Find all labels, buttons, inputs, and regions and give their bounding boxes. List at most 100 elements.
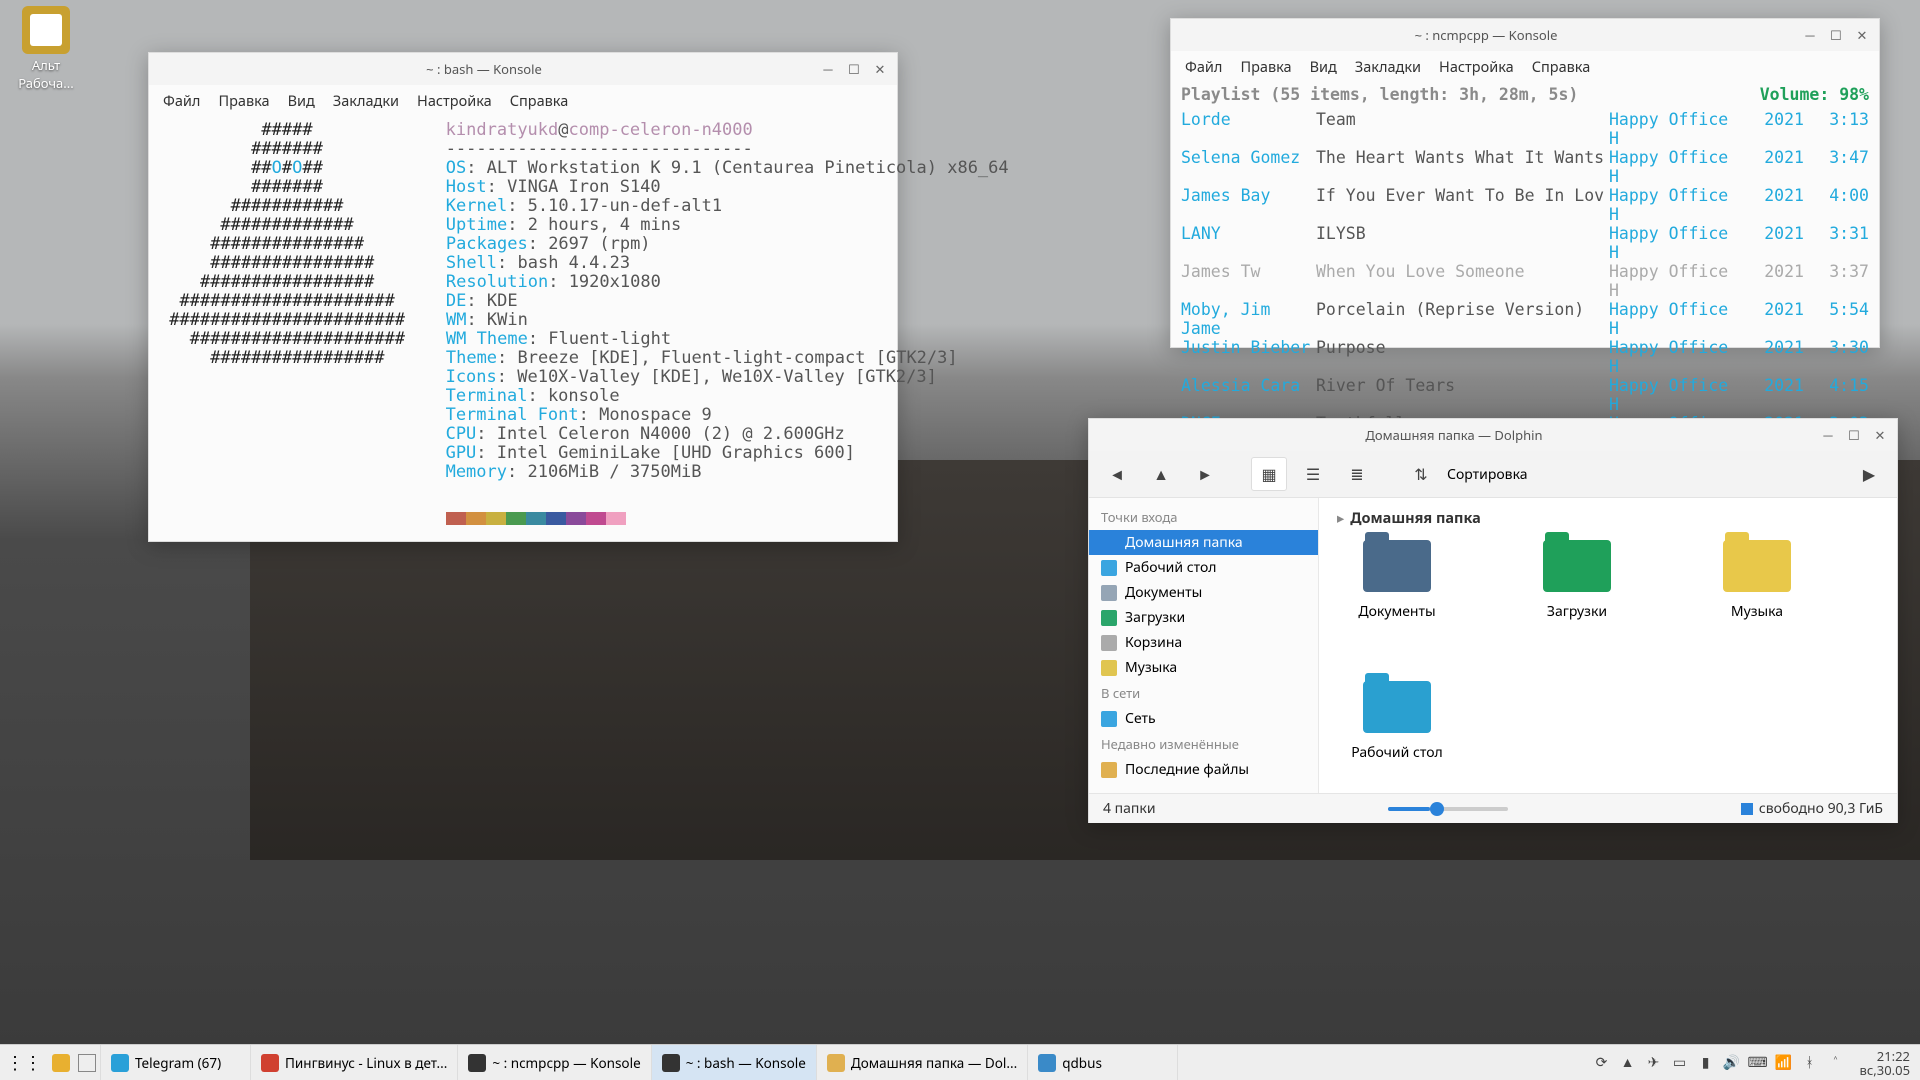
- folder[interactable]: Рабочий стол: [1337, 681, 1457, 762]
- folder-icon: [1101, 660, 1117, 676]
- app-icon: [261, 1054, 279, 1072]
- sidebar-item[interactable]: Сеть: [1089, 706, 1318, 731]
- taskbar-item[interactable]: qdbus: [1028, 1045, 1178, 1080]
- app-icon: [662, 1054, 680, 1072]
- taskbar-item[interactable]: Домашняя папка — Dol...: [817, 1045, 1028, 1080]
- clock[interactable]: 21:22 вс,30.05: [1854, 1049, 1910, 1077]
- overflow-button[interactable]: ▶: [1851, 457, 1887, 491]
- sidebar-item-label: Домашняя папка: [1125, 533, 1243, 552]
- playlist-row[interactable]: James TwWhen You Love SomeoneHappy Offic…: [1181, 262, 1869, 300]
- menu-view[interactable]: Вид: [1310, 57, 1337, 77]
- zoom-slider[interactable]: [1388, 807, 1508, 811]
- folder-icon: [1543, 540, 1611, 592]
- app-icon: [827, 1054, 845, 1072]
- sidebar-item[interactable]: Последние файлы: [1089, 757, 1318, 782]
- taskbar-item[interactable]: Пингвинус - Linux в дет...: [251, 1045, 458, 1080]
- sidebar-item[interactable]: Рабочий стол: [1089, 555, 1318, 580]
- playlist-row[interactable]: Moby, Jim JamePorcelain (Reprise Version…: [1181, 300, 1869, 338]
- view-details-button[interactable]: ≣: [1339, 457, 1375, 491]
- close-button[interactable]: ✕: [871, 60, 889, 78]
- sort-icon[interactable]: ⇅: [1403, 457, 1439, 491]
- titlebar[interactable]: Домашняя папка — Dolphin ─ ☐ ✕: [1089, 419, 1897, 451]
- tray-icon[interactable]: ▲: [1620, 1055, 1636, 1071]
- view-icons-button[interactable]: ▦: [1251, 457, 1287, 491]
- menu-settings[interactable]: Настройка: [417, 91, 492, 111]
- minimize-button[interactable]: ─: [819, 60, 837, 78]
- nav-up-button[interactable]: ▲: [1143, 457, 1179, 491]
- chevron-right-icon: ▸: [1337, 508, 1344, 528]
- status-left: 4 папки: [1103, 799, 1156, 818]
- taskbar-item-label: ~ : bash — Konsole: [686, 1054, 806, 1072]
- network-icon[interactable]: 📶: [1776, 1055, 1792, 1071]
- dolphin-main[interactable]: ▸ Домашняя папка Документы Загрузки Музы…: [1319, 498, 1897, 793]
- menu-edit[interactable]: Правка: [218, 91, 269, 111]
- clipboard-icon[interactable]: ▭: [1672, 1055, 1688, 1071]
- dolphin-statusbar: 4 папки свободно 90,3 ГиБ: [1089, 793, 1897, 823]
- sidebar-item[interactable]: Музыка: [1089, 655, 1318, 680]
- taskbar-item-label: ~ : ncmpcpp — Konsole: [492, 1054, 640, 1072]
- alt-logo-icon: [22, 6, 70, 54]
- menu-help[interactable]: Справка: [510, 91, 569, 111]
- sidebar-item[interactable]: Загрузки: [1089, 605, 1318, 630]
- menu-settings[interactable]: Настройка: [1439, 57, 1514, 77]
- window-title: ~ : bash — Konsole: [157, 60, 811, 78]
- close-button[interactable]: ✕: [1853, 26, 1871, 44]
- window-konsole-bash: ~ : bash — Konsole ─ ☐ ✕ Файл Правка Вид…: [148, 52, 898, 542]
- folder-icon: [1101, 711, 1117, 727]
- sidebar-item[interactable]: Документы: [1089, 580, 1318, 605]
- breadcrumb-segment[interactable]: Домашняя папка: [1350, 508, 1480, 528]
- tray-icon[interactable]: ⟳: [1594, 1055, 1610, 1071]
- folder[interactable]: Документы: [1337, 540, 1457, 621]
- desktop-icon-label: Альт Рабоча...: [6, 56, 86, 92]
- playlist-row[interactable]: LANYILYSBHappy Office H20213:31: [1181, 224, 1869, 262]
- terminal-output[interactable]: ##### kindratyukd@comp-celeron-n4000 ###…: [149, 117, 897, 540]
- maximize-button[interactable]: ☐: [845, 60, 863, 78]
- battery-icon[interactable]: ▮: [1698, 1055, 1714, 1071]
- taskbar-item[interactable]: ~ : ncmpcpp — Konsole: [458, 1045, 651, 1080]
- folder-icon: [1101, 585, 1117, 601]
- minimize-button[interactable]: ─: [1819, 426, 1837, 444]
- menu-view[interactable]: Вид: [288, 91, 315, 111]
- sidebar-item[interactable]: Корзина: [1089, 630, 1318, 655]
- maximize-button[interactable]: ☐: [1845, 426, 1863, 444]
- taskbar-item[interactable]: ~ : bash — Konsole: [652, 1045, 817, 1080]
- nav-forward-button[interactable]: ►: [1187, 457, 1223, 491]
- menu-bookmarks[interactable]: Закладки: [333, 91, 399, 111]
- view-compact-button[interactable]: ☰: [1295, 457, 1331, 491]
- bluetooth-icon[interactable]: ᚼ: [1802, 1055, 1818, 1071]
- folder-icon: [1101, 535, 1117, 551]
- minimize-button[interactable]: ─: [1801, 26, 1819, 44]
- playlist-row[interactable]: Selena GomezThe Heart Wants What It Want…: [1181, 148, 1869, 186]
- desktop-icon-alt[interactable]: Альт Рабоча...: [6, 6, 86, 92]
- menu-help[interactable]: Справка: [1532, 57, 1591, 77]
- system-tray: ⟳ ▲ ✈ ▭ ▮ 🔊 ⌨ 📶 ᚼ ˄ 21:22 вс,30.05: [1584, 1049, 1920, 1077]
- sidebar-item[interactable]: Домашняя папка: [1089, 530, 1318, 555]
- status-right: свободно 90,3 ГиБ: [1759, 799, 1883, 818]
- titlebar[interactable]: ~ : bash — Konsole ─ ☐ ✕: [149, 53, 897, 85]
- expand-tray[interactable]: ˄: [1828, 1055, 1844, 1071]
- menu-file[interactable]: Файл: [163, 91, 200, 111]
- pin-favorites[interactable]: [48, 1045, 74, 1080]
- folder[interactable]: Загрузки: [1517, 540, 1637, 621]
- playlist-row[interactable]: Justin BieberPurposeHappy Office H20213:…: [1181, 338, 1869, 376]
- folder[interactable]: Музыка: [1697, 540, 1817, 621]
- app-launcher-button[interactable]: ⋮⋮: [0, 1045, 48, 1080]
- pin-desktop[interactable]: [74, 1045, 101, 1080]
- menu-bookmarks[interactable]: Закладки: [1355, 57, 1421, 77]
- taskbar-item[interactable]: Telegram (67): [101, 1045, 251, 1080]
- titlebar[interactable]: ~ : ncmpcpp — Konsole ─ ☐ ✕: [1171, 19, 1879, 51]
- volume-icon[interactable]: 🔊: [1724, 1055, 1740, 1071]
- close-button[interactable]: ✕: [1871, 426, 1889, 444]
- breadcrumb[interactable]: ▸ Домашняя папка: [1337, 508, 1879, 540]
- keyboard-layout[interactable]: ⌨: [1750, 1055, 1766, 1071]
- telegram-icon[interactable]: ✈: [1646, 1055, 1662, 1071]
- playlist-row[interactable]: LordeTeamHappy Office H20213:13: [1181, 110, 1869, 148]
- menu-file[interactable]: Файл: [1185, 57, 1222, 77]
- playlist-row[interactable]: Alessia CaraRiver Of TearsHappy Office H…: [1181, 376, 1869, 414]
- menu-edit[interactable]: Правка: [1240, 57, 1291, 77]
- sidebar-item-label: Последние файлы: [1125, 760, 1249, 779]
- maximize-button[interactable]: ☐: [1827, 26, 1845, 44]
- sort-label[interactable]: Сортировка: [1447, 465, 1528, 484]
- nav-back-button[interactable]: ◄: [1099, 457, 1135, 491]
- playlist-row[interactable]: James BayIf You Ever Want To Be In LovHa…: [1181, 186, 1869, 224]
